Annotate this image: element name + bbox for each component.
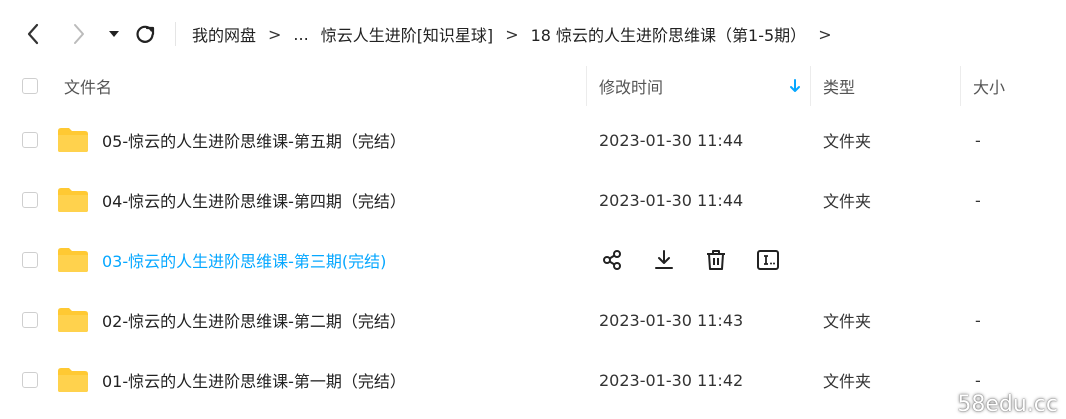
file-size: -: [975, 190, 981, 210]
breadcrumb-item-parent[interactable]: 惊云人生进阶[知识星球]: [321, 22, 494, 46]
folder-icon: [58, 248, 88, 272]
row-checkbox[interactable]: [22, 252, 38, 268]
table-row[interactable]: 05-惊云的人生进阶思维课-第五期（完结） 2023-01-30 11:44 文…: [0, 110, 1066, 170]
file-name[interactable]: 05-惊云的人生进阶思维课-第五期（完结）: [102, 128, 406, 152]
header-modified-cell[interactable]: 修改时间: [599, 62, 805, 110]
history-dropdown-button[interactable]: [104, 14, 124, 54]
folder-icon: [58, 368, 88, 392]
header-size-cell[interactable]: 大小: [973, 62, 1005, 110]
file-type: 文件夹: [823, 192, 872, 211]
breadcrumb-root[interactable]: 我的网盘: [192, 22, 256, 46]
row-checkbox-cell: [22, 290, 38, 350]
download-icon: [655, 250, 673, 269]
trash-icon: [707, 250, 725, 270]
column-divider[interactable]: [960, 66, 961, 106]
row-checkbox[interactable]: [22, 312, 38, 328]
table-row[interactable]: 04-惊云的人生进阶思维课-第四期（完结） 2023-01-30 11:44 文…: [0, 170, 1066, 230]
rename-button[interactable]: [755, 247, 781, 273]
file-type: 文件夹: [823, 132, 872, 151]
caret-down-icon: [109, 31, 119, 37]
folder-icon: [58, 308, 88, 332]
share-icon: [603, 250, 621, 270]
row-checkbox[interactable]: [22, 132, 38, 148]
file-type: 文件夹: [823, 372, 872, 391]
column-divider[interactable]: [586, 66, 587, 106]
select-all-checkbox[interactable]: [22, 78, 38, 94]
file-modified: 2023-01-30 11:44: [599, 190, 744, 210]
column-divider[interactable]: [810, 66, 811, 106]
chevron-left-icon: [27, 23, 39, 45]
file-modified: 2023-01-30 11:42: [599, 370, 744, 390]
header-name-cell[interactable]: 文件名: [64, 62, 112, 110]
table-row-hovered[interactable]: 03-惊云的人生进阶思维课-第三期(完结): [0, 230, 1066, 290]
toolbar-divider: [175, 22, 176, 46]
header-type: 类型: [823, 78, 856, 97]
folder-icon-cell: [57, 170, 89, 230]
download-button[interactable]: [651, 247, 677, 273]
forward-button[interactable]: [64, 14, 94, 54]
toolbar: 我的网盘 > ... 惊云人生进阶[知识星球] > 18 惊云的人生进阶思维课（…: [0, 14, 1066, 54]
row-actions: [599, 230, 781, 290]
row-checkbox-cell: [22, 110, 38, 170]
header-name: 文件名: [64, 78, 113, 97]
watermark: 58edu.cc: [957, 392, 1058, 417]
table-row[interactable]: 01-惊云的人生进阶思维课-第一期（完结） 2023-01-30 11:42 文…: [0, 350, 1066, 410]
header-type-cell[interactable]: 类型: [823, 62, 855, 110]
breadcrumb-separator: >: [268, 24, 282, 44]
header-size: 大小: [973, 78, 1006, 97]
file-list-header: 文件名 修改时间 类型 大小: [0, 62, 1066, 110]
select-all-cell: [22, 62, 38, 110]
delete-button[interactable]: [703, 247, 729, 273]
breadcrumb-ellipsis[interactable]: ...: [293, 25, 308, 44]
folder-icon: [58, 188, 88, 212]
refresh-button[interactable]: [130, 14, 160, 54]
breadcrumb-separator: >: [818, 24, 832, 44]
breadcrumb: 我的网盘 > ... 惊云人生进阶[知识星球] > 18 惊云的人生进阶思维课（…: [192, 14, 844, 54]
sort-desc-icon[interactable]: [789, 78, 801, 94]
back-button[interactable]: [18, 14, 48, 54]
folder-icon: [58, 128, 88, 152]
file-name[interactable]: 02-惊云的人生进阶思维课-第二期（完结）: [102, 308, 406, 332]
header-modified: 修改时间: [599, 78, 664, 97]
rename-icon: [757, 250, 779, 270]
breadcrumb-item-current[interactable]: 18 惊云的人生进阶思维课（第1-5期）: [531, 22, 807, 46]
folder-icon-cell: [57, 110, 89, 170]
folder-icon-cell: [57, 350, 89, 410]
row-checkbox[interactable]: [22, 192, 38, 208]
row-checkbox-cell: [22, 230, 38, 290]
row-checkbox-cell: [22, 170, 38, 230]
file-modified: 2023-01-30 11:43: [599, 310, 744, 330]
share-button[interactable]: [599, 247, 625, 273]
file-name[interactable]: 03-惊云的人生进阶思维课-第三期(完结): [102, 248, 386, 272]
breadcrumb-separator: >: [505, 24, 519, 44]
file-size: -: [975, 310, 981, 330]
file-name[interactable]: 01-惊云的人生进阶思维课-第一期（完结）: [102, 368, 406, 392]
table-row[interactable]: 02-惊云的人生进阶思维课-第二期（完结） 2023-01-30 11:43 文…: [0, 290, 1066, 350]
file-name[interactable]: 04-惊云的人生进阶思维课-第四期（完结）: [102, 188, 406, 212]
file-size: -: [975, 370, 981, 390]
row-checkbox-cell: [22, 350, 38, 410]
folder-icon-cell: [57, 290, 89, 350]
refresh-icon: [136, 25, 155, 43]
folder-icon-cell: [57, 230, 89, 290]
file-size: -: [975, 130, 981, 150]
chevron-right-icon: [74, 24, 84, 44]
file-type: 文件夹: [823, 312, 872, 331]
file-modified: 2023-01-30 11:44: [599, 130, 744, 150]
row-checkbox[interactable]: [22, 372, 38, 388]
